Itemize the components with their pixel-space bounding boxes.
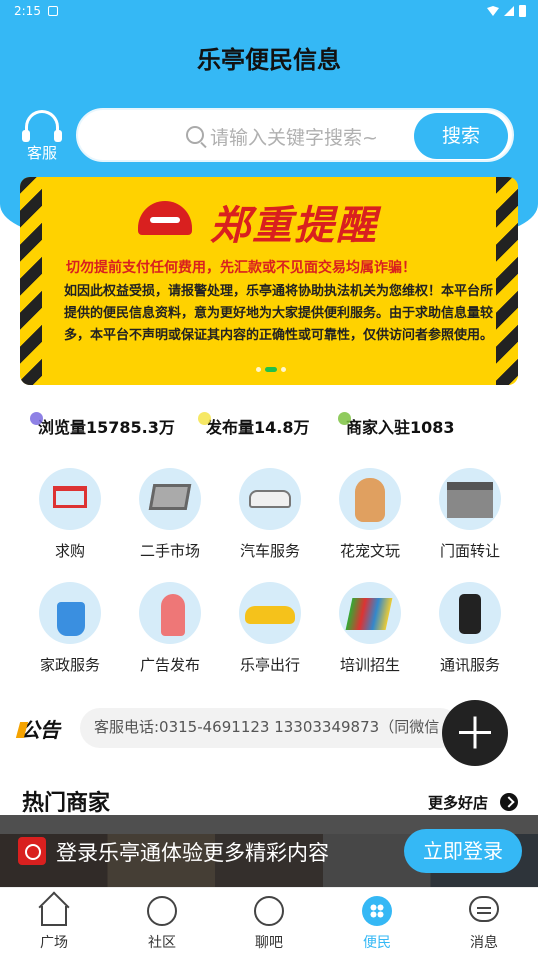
hazard-stripe: [496, 177, 518, 385]
banner-title: 郑重提醒: [210, 203, 378, 249]
category-label: 家政服务: [39, 656, 100, 674]
tab-label: 社区: [148, 935, 176, 951]
taxi-icon: [239, 582, 301, 644]
laptop-icon: [139, 468, 201, 530]
home-icon: [37, 891, 71, 928]
category-label: 求购: [54, 542, 85, 560]
chat-icon: [252, 894, 286, 928]
category-label: 花宠文玩: [339, 542, 400, 560]
category-item[interactable]: 花宠文玩: [320, 468, 420, 561]
megaphone-icon: [139, 582, 201, 644]
stat-label: 发布量14.8万: [206, 418, 310, 437]
shopping-cart-icon: [39, 468, 101, 530]
section-title: 热门商家: [22, 791, 111, 816]
stat-dot: [338, 412, 351, 425]
banner-body: 如因此权益受损，请报警处理，乐亭通将协助执法机关为您维权！本平台所提供的便民信息…: [64, 284, 494, 343]
cleaning-bucket-icon: [39, 582, 101, 644]
hazard-stripe: [20, 177, 42, 385]
tab-label: 广场: [40, 935, 68, 951]
notice-text[interactable]: 客服电话:0315-4691123 13303349873（同微信: [80, 708, 460, 748]
search-button[interactable]: 搜索: [414, 113, 508, 159]
cat-icon: [339, 468, 401, 530]
category-label: 门面转让: [439, 542, 500, 560]
customer-service-button[interactable]: 客服: [20, 110, 64, 162]
stats-row: 浏览量15785.3万 发布量14.8万 商家入驻1083: [30, 412, 510, 444]
tab-square[interactable]: 广场: [14, 891, 94, 952]
banner-carousel[interactable]: 郑重提醒 切勿提前支付任何费用，先汇款或不见面交易均属诈骗！ 如因此权益受损，请…: [20, 177, 518, 385]
status-icons: [487, 5, 526, 17]
login-prompt-text: 登录乐亭通体验更多精彩内容: [56, 841, 329, 865]
tab-messages[interactable]: 消息: [444, 894, 524, 952]
category-label: 汽车服务: [239, 542, 300, 560]
services-icon: [360, 894, 394, 928]
signal-icon: [504, 6, 514, 16]
search-icon: [186, 126, 204, 144]
category-label: 二手市场: [139, 542, 200, 560]
tab-services[interactable]: 便民: [337, 894, 417, 952]
category-label: 广告发布: [139, 656, 200, 674]
search-input[interactable]: 请输入关键字搜索~: [210, 123, 378, 150]
status-bar: 2:15: [0, 0, 538, 24]
category-item[interactable]: 汽车服务: [220, 468, 320, 561]
login-button[interactable]: 立即登录: [404, 829, 522, 873]
customer-service-label: 客服: [26, 144, 57, 162]
category-item[interactable]: 通讯服务: [420, 582, 520, 675]
category-item[interactable]: 广告发布: [120, 582, 220, 675]
stat-label: 浏览量15785.3万: [38, 418, 175, 437]
app-logo: [18, 837, 46, 865]
more-shops-link[interactable]: 更多好店: [428, 792, 488, 813]
bottom-tab-bar: 广场 社区 聊吧 便民 消息: [0, 887, 538, 958]
tab-label: 便民: [363, 935, 391, 951]
tab-label: 消息: [470, 935, 498, 951]
add-post-button[interactable]: [442, 700, 508, 766]
stat-dot: [30, 412, 43, 425]
headset-icon: [22, 110, 62, 142]
stat-dot: [198, 412, 211, 425]
carousel-dot[interactable]: [281, 367, 286, 372]
category-item[interactable]: 二手市场: [120, 468, 220, 561]
phone-icon: [439, 582, 501, 644]
car-icon: [239, 468, 301, 530]
stat-merchants: 商家入驻1083: [338, 412, 455, 438]
alarm-light-icon: [138, 201, 192, 235]
login-prompt: 登录乐亭通体验更多精彩内容 立即登录: [0, 815, 538, 887]
carousel-indicator: [256, 367, 286, 372]
category-item[interactable]: 乐亭出行: [220, 582, 320, 675]
category-item[interactable]: 培训招生: [320, 582, 420, 675]
message-icon: [467, 894, 501, 928]
books-icon: [339, 582, 401, 644]
notice-logo: 公告: [20, 714, 60, 743]
category-item[interactable]: 求购: [20, 468, 120, 561]
carousel-dot[interactable]: [256, 367, 261, 372]
search-bar[interactable]: 请输入关键字搜索~ 搜索: [76, 108, 514, 162]
notification-icon: [48, 6, 58, 16]
chevron-right-icon[interactable]: [500, 793, 518, 811]
tab-chat[interactable]: 聊吧: [229, 894, 309, 952]
category-label: 培训招生: [339, 656, 400, 674]
category-label: 通讯服务: [439, 656, 500, 674]
page-title: 乐亭便民信息: [197, 46, 341, 74]
category-item[interactable]: 家政服务: [20, 582, 120, 675]
battery-icon: [519, 5, 526, 17]
community-icon: [145, 894, 179, 928]
category-item[interactable]: 门面转让: [420, 468, 520, 561]
category-label: 乐亭出行: [239, 656, 300, 674]
storefront-icon: [439, 468, 501, 530]
stat-views: 浏览量15785.3万: [30, 412, 175, 438]
stat-label: 商家入驻1083: [346, 418, 455, 437]
banner-warning: 切勿提前支付任何费用，先汇款或不见面交易均属诈骗！: [66, 260, 416, 276]
stat-posts: 发布量14.8万: [198, 412, 310, 438]
tab-label: 聊吧: [255, 935, 283, 951]
wifi-icon: [487, 6, 499, 16]
status-time: 2:15: [14, 4, 41, 18]
carousel-dot[interactable]: [265, 367, 277, 372]
tab-community[interactable]: 社区: [122, 894, 202, 952]
